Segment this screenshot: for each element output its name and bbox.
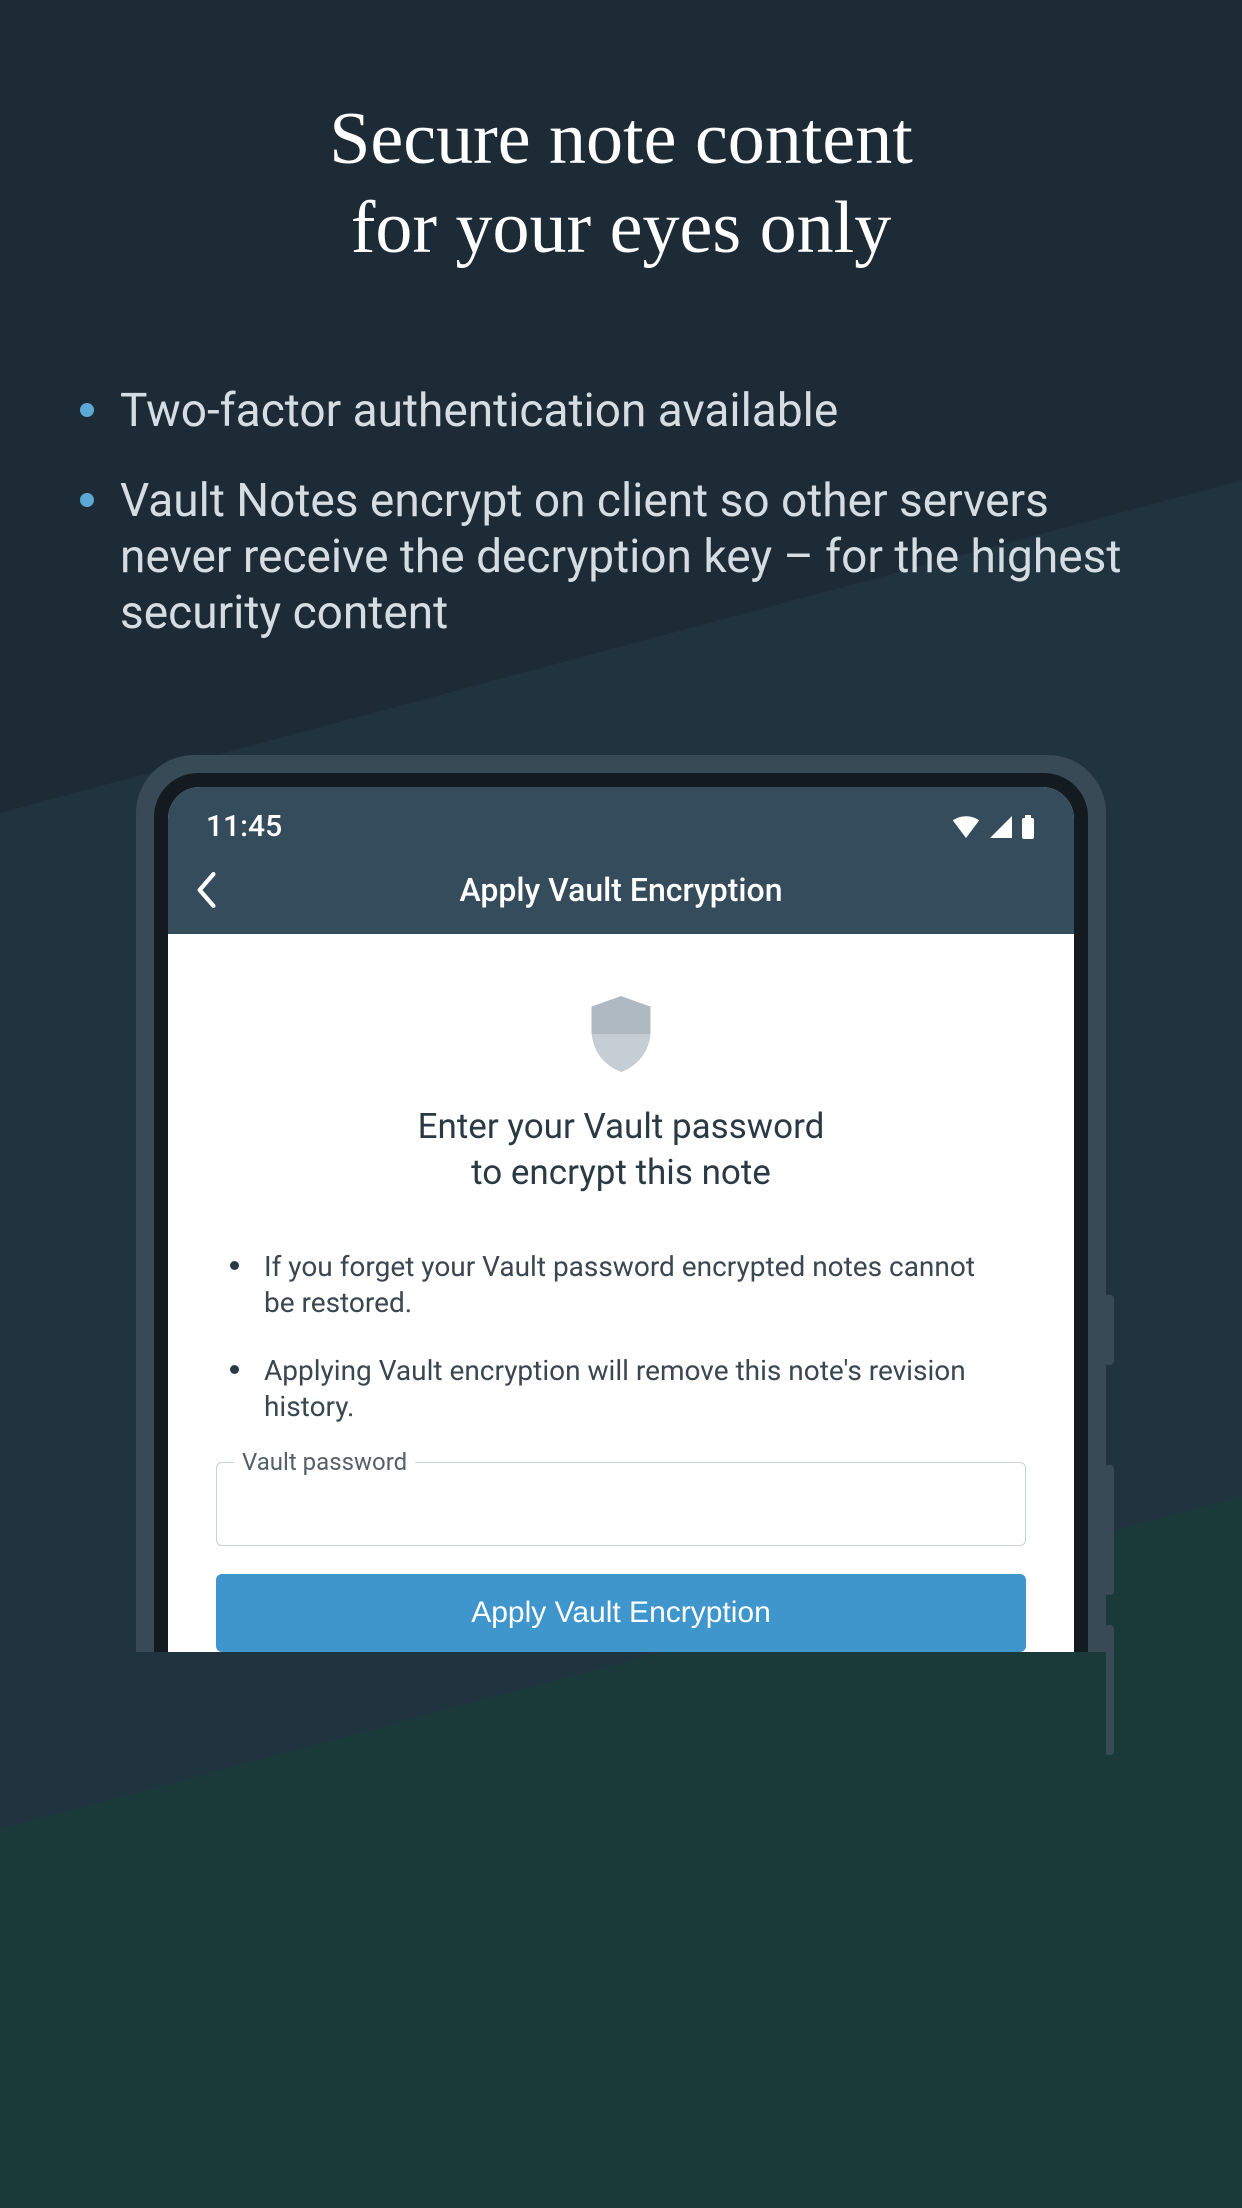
feature-item-2fa: Two-factor authentication available xyxy=(120,383,1162,439)
hero-title-line1: Secure note content xyxy=(329,95,913,184)
phone-frame: 11:45 Apply Vault Encryption xyxy=(136,755,1106,1652)
phone-bezel: 11:45 Apply Vault Encryption xyxy=(154,773,1088,1652)
screen-body: Enter your Vault password to encrypt thi… xyxy=(168,934,1074,1652)
cellular-icon xyxy=(988,816,1012,838)
vault-password-field: Vault password xyxy=(216,1462,1026,1546)
status-icons xyxy=(952,815,1036,839)
app-bar-title: Apply Vault Encryption xyxy=(168,871,1074,909)
phone-side-button xyxy=(1106,1465,1114,1595)
warning-forget: If you forget your Vault password encryp… xyxy=(264,1249,1008,1321)
warning-history: Applying Vault encryption will remove th… xyxy=(264,1353,1008,1425)
status-bar: 11:45 xyxy=(168,787,1074,852)
chevron-left-icon xyxy=(195,872,217,908)
vault-prompt-line2: to encrypt this note xyxy=(216,1150,1026,1196)
shield-icon xyxy=(586,994,656,1074)
app-header: 11:45 Apply Vault Encryption xyxy=(168,787,1074,934)
hero-title: Secure note content for your eyes only xyxy=(329,95,913,273)
phone-side-button xyxy=(1106,1295,1114,1365)
status-time: 11:45 xyxy=(206,809,282,844)
shield-icon-wrap xyxy=(216,994,1026,1074)
apply-vault-encryption-button[interactable]: Apply Vault Encryption xyxy=(216,1574,1026,1652)
wifi-icon xyxy=(952,816,980,838)
app-bar: Apply Vault Encryption xyxy=(168,852,1074,934)
phone-screen: 11:45 Apply Vault Encryption xyxy=(168,787,1074,1652)
phone-side-button xyxy=(1106,1625,1114,1755)
hero-title-line2: for your eyes only xyxy=(329,184,913,273)
feature-list: Two-factor authentication available Vaul… xyxy=(0,383,1242,675)
back-button[interactable] xyxy=(186,870,226,910)
warning-list: If you forget your Vault password encryp… xyxy=(216,1249,1026,1424)
vault-prompt-line1: Enter your Vault password xyxy=(216,1104,1026,1150)
vault-password-label: Vault password xyxy=(234,1448,415,1476)
vault-prompt: Enter your Vault password to encrypt thi… xyxy=(216,1104,1026,1195)
feature-item-vault: Vault Notes encrypt on client so other s… xyxy=(120,473,1162,641)
battery-icon xyxy=(1020,815,1036,839)
